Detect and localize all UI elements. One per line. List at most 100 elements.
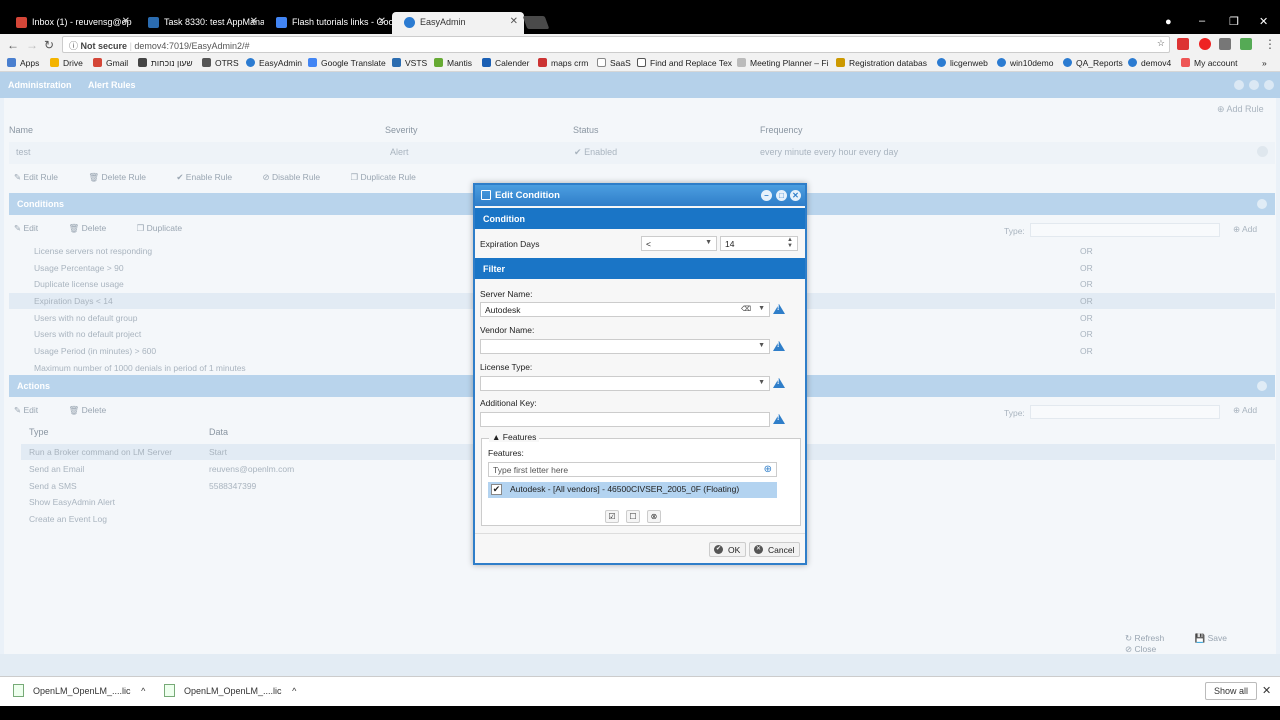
- bookmark-mantis[interactable]: Mantis: [434, 58, 472, 68]
- operator-select[interactable]: < ▼: [641, 236, 717, 251]
- bookmark-find-replace[interactable]: Find and Replace Tex: [637, 58, 732, 68]
- bookmark-qa-reports[interactable]: QA_Reports: [1063, 58, 1123, 68]
- bookmark-licgenweb[interactable]: licgenweb: [937, 58, 988, 68]
- forward-icon[interactable]: →: [26, 38, 38, 52]
- profile-icon[interactable]: ●: [1165, 16, 1172, 28]
- opera-icon[interactable]: [1199, 38, 1211, 50]
- clear-icon[interactable]: ⌫: [741, 305, 751, 313]
- add-rule-button[interactable]: ⊕ Add Rule: [1217, 104, 1264, 115]
- delete-condition-button[interactable]: 🗑 Delete: [69, 223, 121, 234]
- chevron-down-icon[interactable]: ▼: [758, 305, 765, 312]
- bookmark-easyadmin[interactable]: EasyAdmin: [246, 58, 302, 68]
- duplicate-rule-button[interactable]: ❐ Duplicate Rule: [351, 172, 430, 183]
- close-icon[interactable]: ✕: [250, 16, 258, 27]
- tab-task[interactable]: Task 8330: test AppMana ✕: [136, 12, 264, 34]
- enable-rule-button[interactable]: ✔ Enable Rule: [176, 172, 246, 183]
- menu-icon[interactable]: ⋮: [1264, 37, 1276, 51]
- bookmark-vsts[interactable]: VSTS: [392, 58, 427, 68]
- bookmark-otrs[interactable]: OTRS: [202, 58, 239, 68]
- chevron-up-icon[interactable]: ^: [292, 686, 296, 696]
- vendor-name-select[interactable]: ▼: [480, 339, 770, 354]
- features-legend[interactable]: ▲ Features: [489, 432, 540, 442]
- edit-rule-button[interactable]: ✎ Edit Rule: [14, 172, 72, 183]
- duplicate-condition-button[interactable]: ❐ Duplicate: [137, 223, 196, 234]
- delete-action-button[interactable]: 🗑 Delete: [69, 405, 121, 416]
- window-close-icon[interactable]: ✕: [1259, 15, 1268, 28]
- bookmark-translate[interactable]: Google Translate: [308, 58, 386, 68]
- bookmark-demov4[interactable]: demov4: [1128, 58, 1171, 68]
- back-icon[interactable]: ←: [7, 38, 19, 52]
- close-icon[interactable]: ✕: [510, 16, 518, 27]
- checkbox-checked-icon[interactable]: ✔: [491, 484, 502, 495]
- spinner-icon[interactable]: ▲ ▼: [787, 237, 793, 249]
- maximize-icon[interactable]: □: [776, 190, 787, 201]
- license-type-select[interactable]: ▼: [480, 376, 770, 391]
- close-icon[interactable]: ✕: [122, 16, 130, 27]
- remove-button[interactable]: ⊗: [647, 510, 661, 523]
- extension-icon[interactable]: [1219, 38, 1231, 50]
- collapse-arrow-icon[interactable]: ▲: [492, 432, 500, 442]
- tab-gmail[interactable]: Inbox (1) - reuvensg@op ✕: [4, 12, 136, 34]
- show-all-button[interactable]: Show all: [1205, 682, 1258, 700]
- action-type-select[interactable]: Type:: [1004, 405, 1220, 419]
- bookmark-calendar[interactable]: Calender: [482, 58, 530, 68]
- maximize-icon[interactable]: [1249, 80, 1259, 90]
- bookmark-my-account[interactable]: My account: [1181, 58, 1237, 68]
- minimize-icon[interactable]: [1234, 80, 1244, 90]
- download-item[interactable]: OpenLM_OpenLM_....lic ^: [13, 684, 145, 697]
- minimize-icon[interactable]: –: [761, 190, 772, 201]
- new-tab-button[interactable]: [522, 16, 550, 29]
- row-action-icon[interactable]: [1257, 146, 1268, 157]
- chevron-down-icon[interactable]: ▼: [758, 342, 765, 349]
- breadcrumb[interactable]: Alert Rules: [88, 80, 136, 90]
- feature-list-item[interactable]: ✔ Autodesk - [All vendors] - 46500CIVSER…: [488, 482, 777, 498]
- add-action-button[interactable]: ⊕ Add: [1233, 405, 1257, 416]
- bookmark-drive[interactable]: Drive: [50, 58, 83, 68]
- refresh-button[interactable]: ↻ Refresh: [1125, 633, 1178, 644]
- additional-key-input[interactable]: [480, 412, 770, 427]
- bookmarks-overflow-icon[interactable]: »: [1262, 58, 1267, 68]
- bookmark-meeting-planner[interactable]: Meeting Planner – Fi: [737, 58, 828, 68]
- close-icon[interactable]: ✕: [1262, 684, 1271, 697]
- delete-rule-button[interactable]: 🗑 Delete Rule: [88, 172, 160, 183]
- edit-action-button[interactable]: ✎ Edit: [14, 405, 52, 416]
- add-circle-icon[interactable]: ⊕: [764, 464, 772, 475]
- reload-icon[interactable]: ↻: [44, 38, 54, 52]
- chevron-down-icon[interactable]: ▼: [758, 379, 765, 386]
- disable-rule-button[interactable]: ⊘ Disable Rule: [262, 172, 334, 183]
- table-row[interactable]: test Alert ✔ Enabled every minute every …: [9, 142, 1275, 164]
- select-all-button[interactable]: ☑: [605, 510, 619, 523]
- bookmark-hours[interactable]: שעון נוכחות: [138, 58, 193, 68]
- info-icon[interactable]: ⓘ: [69, 41, 78, 51]
- bookmark-gmail[interactable]: Gmail: [93, 58, 128, 68]
- bookmark-registration[interactable]: Registration databas: [836, 58, 927, 68]
- extension-icon[interactable]: [1240, 38, 1252, 50]
- bookmark-win10demo[interactable]: win10demo: [997, 58, 1053, 68]
- cancel-button[interactable]: ✕ Cancel: [749, 542, 801, 557]
- bookmark-saas[interactable]: SaaS: [597, 58, 631, 68]
- maximize-icon[interactable]: ❐: [1229, 15, 1239, 28]
- download-item[interactable]: OpenLM_OpenLM_....lic ^: [164, 684, 296, 697]
- edit-condition-button[interactable]: ✎ Edit: [14, 223, 52, 234]
- condition-type-select[interactable]: Type:: [1004, 223, 1220, 237]
- add-condition-button[interactable]: ⊕ Add: [1233, 224, 1257, 235]
- dialog-titlebar[interactable]: Edit Condition – □ ✕: [475, 185, 805, 206]
- collapse-icon[interactable]: [1257, 381, 1267, 391]
- minimize-icon[interactable]: –: [1199, 15, 1205, 27]
- server-name-select[interactable]: Autodesk ⌫ ▼: [480, 302, 770, 317]
- ok-button[interactable]: ✔ OK: [709, 542, 747, 557]
- expiration-days-input[interactable]: 14 ▲ ▼: [720, 236, 798, 251]
- bookmark-apps[interactable]: Apps: [7, 58, 39, 68]
- extension-icon[interactable]: [1177, 38, 1189, 50]
- close-icon[interactable]: ✕: [378, 16, 386, 27]
- close-icon[interactable]: ✕: [790, 190, 801, 201]
- close-icon[interactable]: [1264, 80, 1274, 90]
- chevron-up-icon[interactable]: ^: [141, 686, 145, 696]
- save-button[interactable]: 💾 Save: [1195, 633, 1241, 644]
- bookmark-maps-crm[interactable]: maps crm: [538, 58, 588, 68]
- address-bar[interactable]: ⓘ Not secure | demov4:7019/EasyAdmin2/# …: [62, 36, 1170, 53]
- deselect-all-button[interactable]: ☐: [626, 510, 640, 523]
- collapse-icon[interactable]: [1257, 199, 1267, 209]
- features-search-input[interactable]: Type first letter here ⊕: [488, 462, 777, 477]
- bookmark-star-icon[interactable]: ☆: [1157, 38, 1165, 49]
